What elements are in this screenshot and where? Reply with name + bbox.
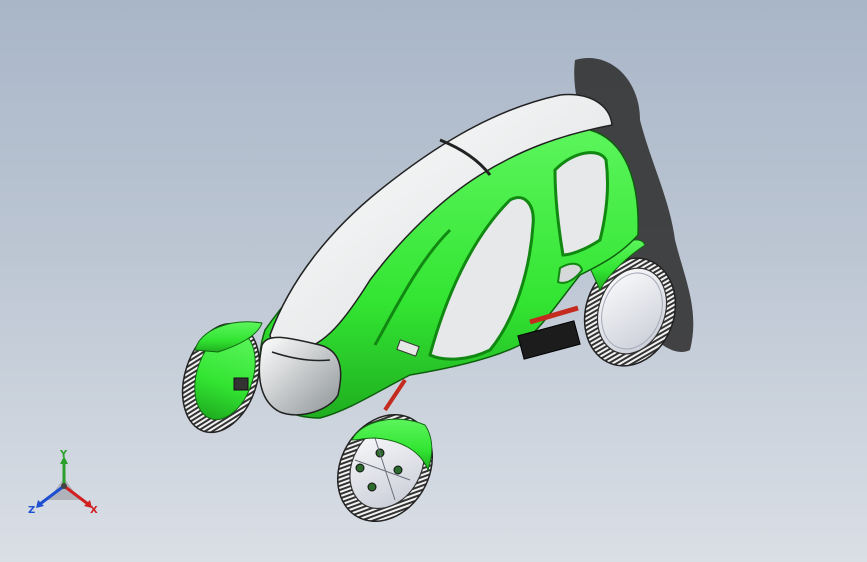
nose-cone — [258, 336, 342, 416]
orientation-triad: Y Z X — [22, 446, 106, 526]
side-window-rear — [553, 151, 609, 257]
lower-window-slot — [556, 262, 584, 284]
graphics-viewport[interactable]: Y Z X — [0, 0, 867, 562]
y-axis-label: Y — [60, 449, 68, 460]
x-axis-label: X — [90, 505, 98, 516]
trike-model[interactable] — [0, 0, 867, 562]
front-left-hub-bracket — [233, 377, 249, 391]
front-right-wheel[interactable] — [319, 398, 451, 539]
z-axis-label: Z — [28, 505, 36, 516]
